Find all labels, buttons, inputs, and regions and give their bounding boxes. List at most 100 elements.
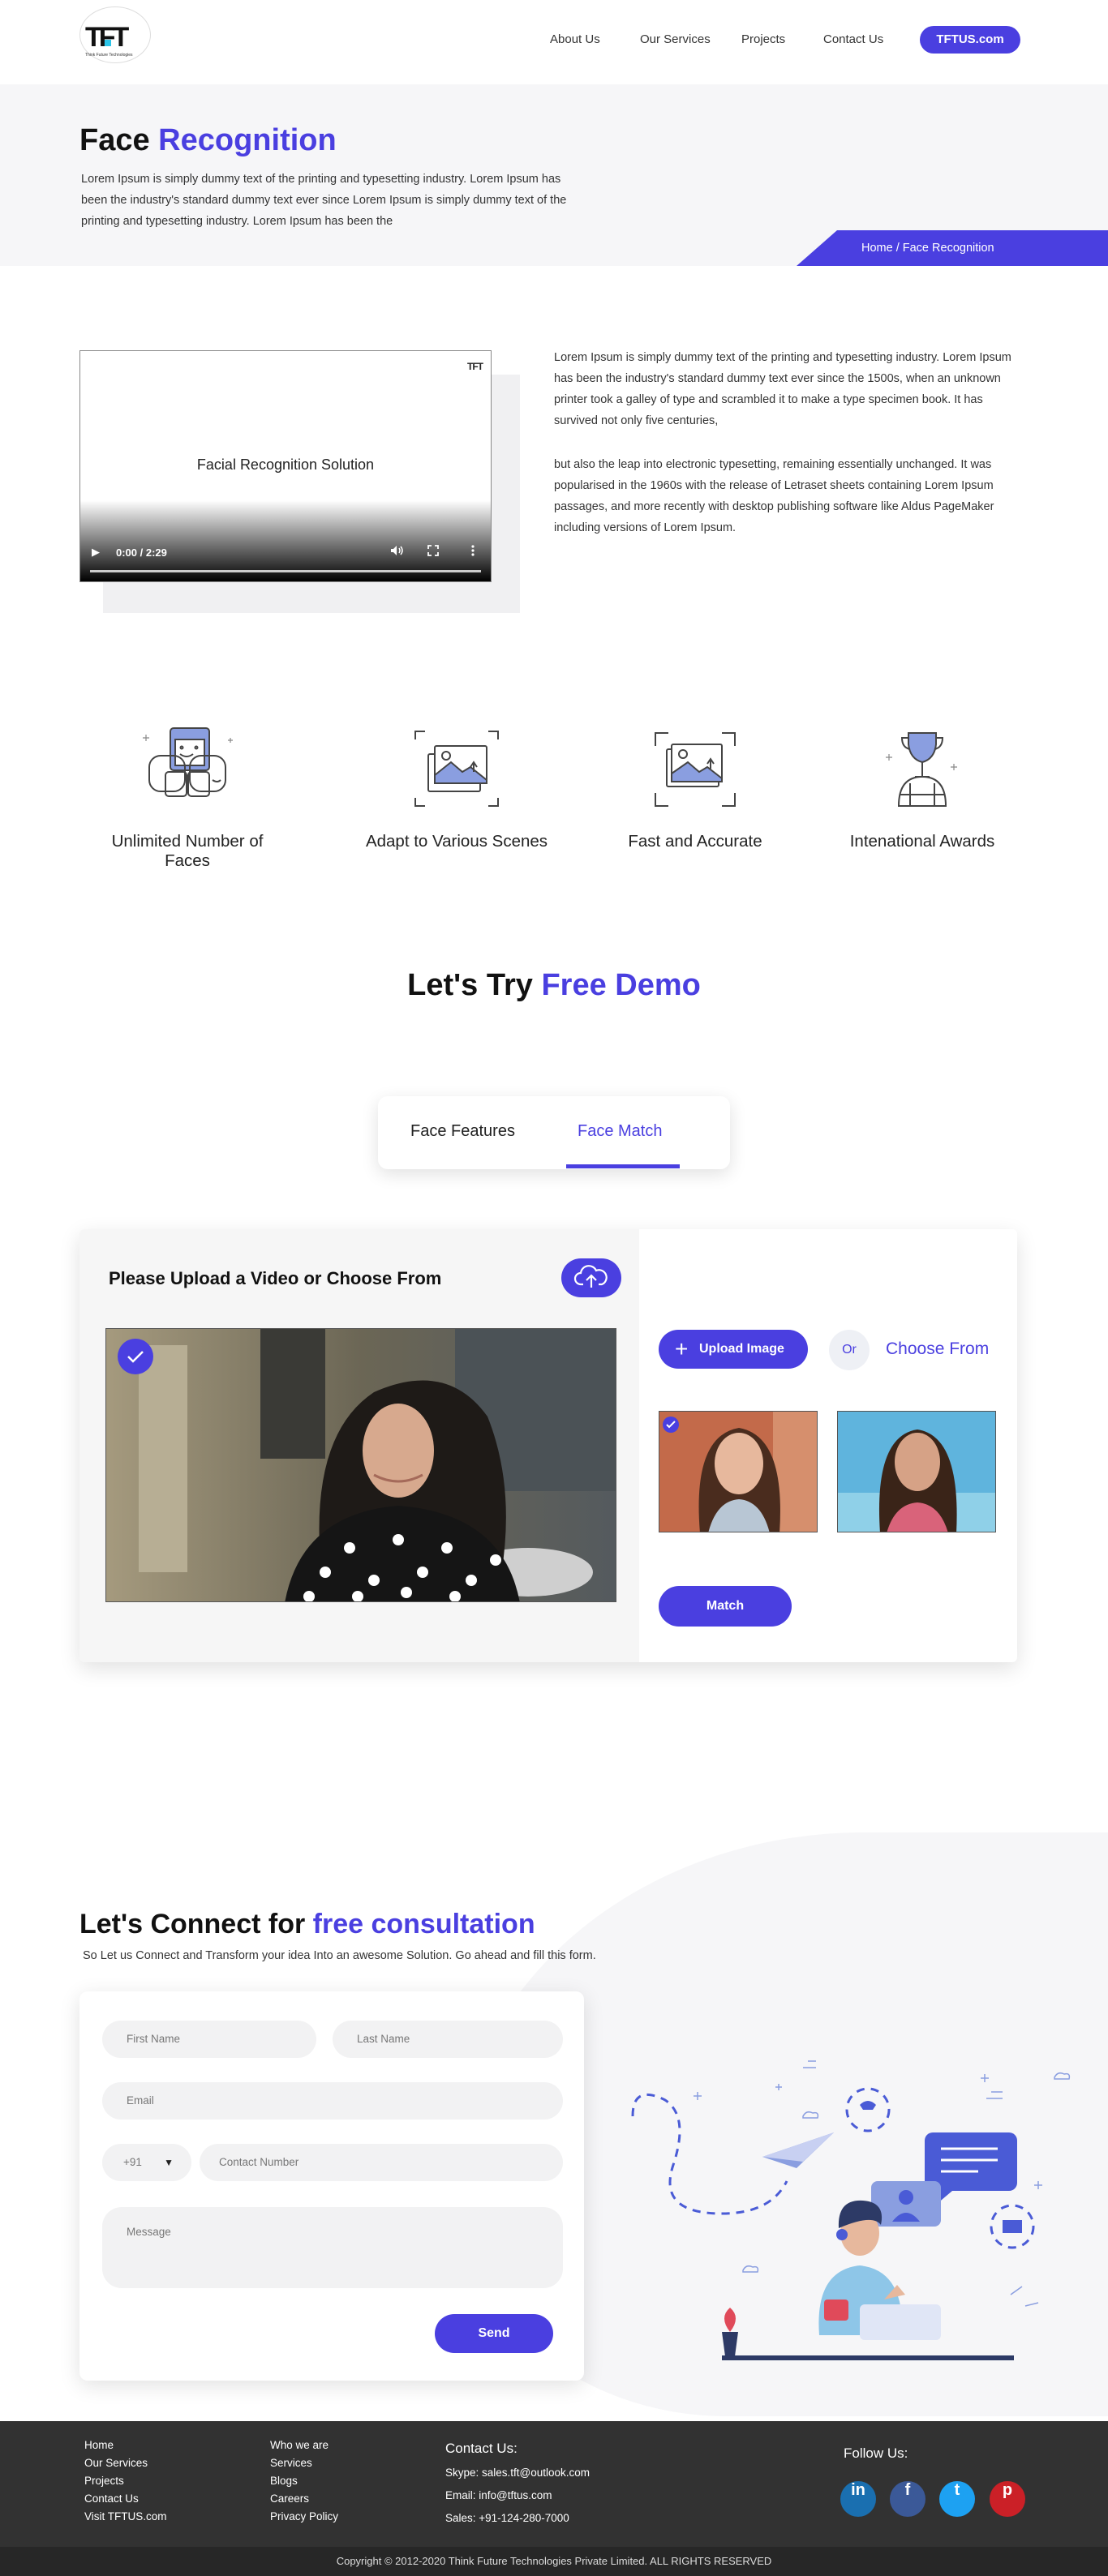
upload-title: Please Upload a Video or Choose From [109,1268,442,1288]
logo-accent-square [105,40,111,46]
copyright: Copyright © 2012-2020 Think Future Techn… [0,2547,1108,2576]
country-code-select[interactable]: +91 ▼ [102,2144,191,2181]
intro-paragraph-1: Lorem Ipsum is simply dummy text of the … [554,351,1011,427]
feature-label: Fast and Accurate [628,832,762,851]
tftus-button[interactable]: TFTUS.com [920,26,1020,54]
match-button[interactable]: Match [659,1586,792,1627]
upload-image-label: Upload Image [699,1342,784,1356]
cloud-upload-button[interactable] [561,1258,621,1297]
feature-various-scenes: Adapt to Various Scenes [363,722,550,851]
country-code-value: +91 [123,2156,142,2168]
video-player[interactable]: TFT Facial Recognition Solution ▶ 0:00 /… [79,350,492,582]
support-illustration [616,2060,1071,2384]
footer-email[interactable]: Email: info@tftus.com [445,2489,552,2501]
fullscreen-icon[interactable] [427,545,439,559]
connect-title-accent: free consultation [312,1909,535,1940]
intro-paragraph-2: but also the leap into electronic typese… [554,458,994,534]
site-header: TFT Think Future Technologies About Us O… [0,0,1108,84]
cloud-upload-icon [573,1265,608,1288]
footer-link-who-we-are[interactable]: Who we are [270,2439,329,2451]
upload-image-button[interactable]: + Upload Image [659,1330,808,1369]
page-title: Face Recognition [79,123,337,158]
trophy-icon [886,732,957,807]
banner-description: Lorem Ipsum is simply dummy text of the … [81,173,567,228]
twitter-icon[interactable]: t [939,2481,975,2517]
scene-icon [414,731,499,807]
footer-link-careers[interactable]: Careers [270,2492,309,2505]
title-plain: Face [79,123,159,157]
video-progress-bar[interactable] [90,570,481,572]
last-name-field[interactable]: Last Name [333,2021,563,2058]
video-title: Facial Recognition Solution [196,456,375,473]
face-match-panel: Please Upload a Video or Choose From + U… [79,1229,1017,1662]
selected-check-icon [118,1339,153,1374]
breadcrumb[interactable]: Home / Face Recognition [797,230,1108,266]
feature-unlimited-faces: Unlimited Number of Faces [94,722,281,871]
footer-contact-title: Contact Us: [445,2441,517,2456]
feature-label: Adapt to Various Scenes [365,832,548,851]
video-controls: ▶ 0:00 / 2:29 [80,533,491,581]
footer-sales-phone: Sales: +91-124-280-7000 [445,2512,569,2524]
footer-link-contact-us[interactable]: Contact Us [84,2492,139,2505]
message-field[interactable]: Message [102,2207,563,2288]
choose-from-link[interactable]: Choose From [886,1339,989,1359]
sample-photo-1[interactable] [659,1411,818,1532]
photo-scan-icon [655,732,736,807]
demo-title: Let's Try Free Demo [0,968,1108,1003]
page-banner: Face Recognition Lorem Ipsum is simply d… [0,84,1108,266]
first-name-field[interactable]: First Name [102,2021,316,2058]
or-badge: Or [829,1330,870,1370]
sample-portrait-1 [659,1412,817,1532]
caret-down-icon: ▼ [164,2157,174,2168]
pinterest-icon[interactable]: p [990,2481,1025,2517]
nav-our-services[interactable]: Our Services [640,32,711,46]
linkedin-icon[interactable]: in [840,2481,876,2517]
connect-title: Let's Connect for free consultation [79,1909,535,1940]
footer-link-services[interactable]: Services [270,2457,312,2469]
connect-title-plain: Let's Connect for [79,1909,313,1940]
selected-photo[interactable] [105,1328,616,1602]
email-field[interactable]: Email [102,2082,563,2120]
tft-logo[interactable]: TFT Think Future Technologies [79,6,151,63]
thumb-check-icon [663,1417,679,1433]
sample-photo-2[interactable] [837,1411,996,1532]
contact-number-field[interactable]: Contact Number [200,2144,563,2181]
feature-international-awards: Intenational Awards [829,722,1016,851]
nav-about-us[interactable]: About Us [550,32,600,46]
footer-link-visit-tftus[interactable]: Visit TFTUS.com [84,2510,167,2522]
more-options-icon[interactable] [471,545,475,559]
plus-icon: + [675,1336,689,1361]
play-icon[interactable]: ▶ [92,546,100,559]
volume-icon[interactable] [390,545,403,559]
title-accent: Recognition [158,123,337,157]
site-footer: Home Our Services Projects Contact Us Vi… [0,2421,1108,2547]
logo-subtitle: Think Future Technologies [85,53,133,58]
demo-title-plain: Let's Try [407,968,542,1002]
nav-projects[interactable]: Projects [741,32,785,46]
facebook-icon[interactable]: f [890,2481,925,2517]
demo-tabs: Face Features Face Match [378,1096,730,1169]
send-button[interactable]: Send [435,2314,553,2353]
tab-face-match[interactable]: Face Match [578,1122,662,1141]
feature-label: Intenational Awards [849,832,995,851]
faces-icon [143,727,233,797]
footer-link-blogs[interactable]: Blogs [270,2475,298,2487]
active-tab-indicator [566,1164,680,1168]
woman-portrait-image [106,1329,616,1601]
feature-label: Unlimited Number of Faces [111,832,264,870]
footer-link-our-services[interactable]: Our Services [84,2457,148,2469]
footer-link-privacy-policy[interactable]: Privacy Policy [270,2510,338,2522]
tab-face-features[interactable]: Face Features [410,1122,515,1141]
sample-portrait-2 [838,1412,995,1532]
upload-panel: Please Upload a Video or Choose From [79,1229,639,1662]
demo-title-accent: Free Demo [541,968,701,1002]
contact-form: First Name Last Name Email +91 ▼ Contact… [79,1991,584,2381]
follow-us-label: Follow Us: [844,2445,908,2461]
footer-link-home[interactable]: Home [84,2439,114,2451]
footer-link-projects[interactable]: Projects [84,2475,124,2487]
footer-skype: Skype: sales.tft@outlook.com [445,2467,591,2479]
nav-contact-us[interactable]: Contact Us [823,32,883,46]
customer-support-illustration [631,2060,1071,2360]
feature-fast-accurate: Fast and Accurate [602,722,788,851]
video-logo: TFT [467,361,483,372]
